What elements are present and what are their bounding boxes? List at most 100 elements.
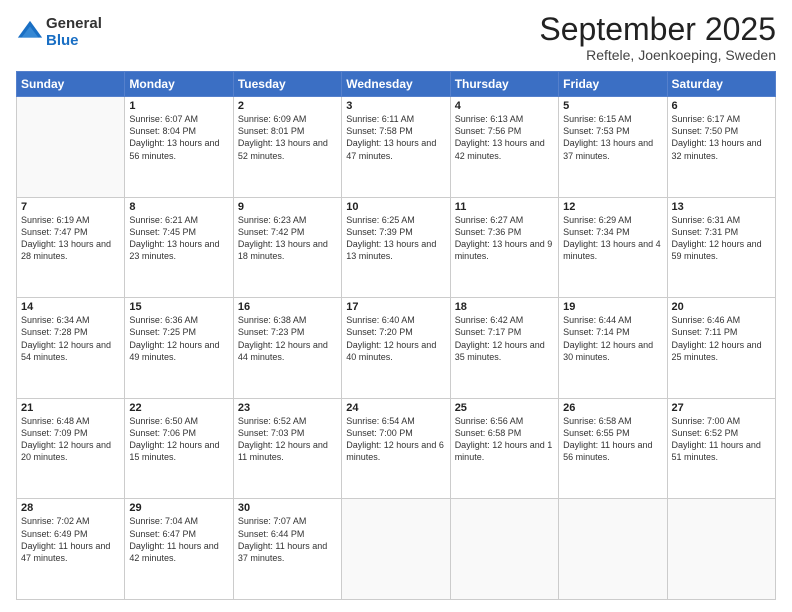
day-info: Sunrise: 6:29 AMSunset: 7:34 PMDaylight:… [563, 214, 662, 263]
logo: General Blue [16, 16, 102, 49]
logo-text: General Blue [46, 16, 102, 49]
day-number: 8 [129, 201, 228, 213]
day-number: 10 [346, 201, 445, 213]
day-number: 12 [563, 201, 662, 213]
calendar-cell-w1-d5: 4Sunrise: 6:13 AMSunset: 7:56 PMDaylight… [450, 97, 558, 198]
title-block: September 2025 Reftele, Joenkoeping, Swe… [539, 12, 776, 63]
day-number: 19 [563, 301, 662, 313]
day-info: Sunrise: 6:40 AMSunset: 7:20 PMDaylight:… [346, 314, 445, 363]
calendar-week-5: 28Sunrise: 7:02 AMSunset: 6:49 PMDayligh… [17, 499, 776, 600]
calendar-cell-w2-d5: 11Sunrise: 6:27 AMSunset: 7:36 PMDayligh… [450, 197, 558, 298]
calendar-cell-w1-d6: 5Sunrise: 6:15 AMSunset: 7:53 PMDaylight… [559, 97, 667, 198]
calendar-cell-w5-d6 [559, 499, 667, 600]
calendar-cell-w4-d2: 22Sunrise: 6:50 AMSunset: 7:06 PMDayligh… [125, 398, 233, 499]
day-info: Sunrise: 6:09 AMSunset: 8:01 PMDaylight:… [238, 113, 337, 162]
day-info: Sunrise: 7:07 AMSunset: 6:44 PMDaylight:… [238, 515, 337, 564]
day-number: 6 [672, 100, 771, 112]
calendar-cell-w3-d2: 15Sunrise: 6:36 AMSunset: 7:25 PMDayligh… [125, 298, 233, 399]
calendar-cell-w1-d7: 6Sunrise: 6:17 AMSunset: 7:50 PMDaylight… [667, 97, 775, 198]
calendar-cell-w4-d5: 25Sunrise: 6:56 AMSunset: 6:58 PMDayligh… [450, 398, 558, 499]
day-number: 25 [455, 402, 554, 414]
day-number: 28 [21, 502, 120, 514]
day-number: 1 [129, 100, 228, 112]
day-info: Sunrise: 6:36 AMSunset: 7:25 PMDaylight:… [129, 314, 228, 363]
calendar-cell-w4-d6: 26Sunrise: 6:58 AMSunset: 6:55 PMDayligh… [559, 398, 667, 499]
logo-blue-text: Blue [46, 33, 102, 50]
day-number: 14 [21, 301, 120, 313]
day-number: 29 [129, 502, 228, 514]
day-number: 16 [238, 301, 337, 313]
day-info: Sunrise: 6:58 AMSunset: 6:55 PMDaylight:… [563, 415, 662, 464]
calendar-cell-w2-d3: 9Sunrise: 6:23 AMSunset: 7:42 PMDaylight… [233, 197, 341, 298]
calendar-table: Sunday Monday Tuesday Wednesday Thursday… [16, 71, 776, 600]
day-info: Sunrise: 7:00 AMSunset: 6:52 PMDaylight:… [672, 415, 771, 464]
col-thursday: Thursday [450, 72, 558, 97]
calendar-week-3: 14Sunrise: 6:34 AMSunset: 7:28 PMDayligh… [17, 298, 776, 399]
calendar-cell-w4-d7: 27Sunrise: 7:00 AMSunset: 6:52 PMDayligh… [667, 398, 775, 499]
calendar-cell-w5-d5 [450, 499, 558, 600]
day-info: Sunrise: 6:11 AMSunset: 7:58 PMDaylight:… [346, 113, 445, 162]
calendar-week-4: 21Sunrise: 6:48 AMSunset: 7:09 PMDayligh… [17, 398, 776, 499]
day-info: Sunrise: 6:19 AMSunset: 7:47 PMDaylight:… [21, 214, 120, 263]
header: General Blue September 2025 Reftele, Joe… [16, 12, 776, 63]
calendar-cell-w2-d1: 7Sunrise: 6:19 AMSunset: 7:47 PMDaylight… [17, 197, 125, 298]
calendar-cell-w1-d3: 2Sunrise: 6:09 AMSunset: 8:01 PMDaylight… [233, 97, 341, 198]
day-number: 27 [672, 402, 771, 414]
day-info: Sunrise: 6:25 AMSunset: 7:39 PMDaylight:… [346, 214, 445, 263]
calendar-cell-w5-d7 [667, 499, 775, 600]
day-info: Sunrise: 6:17 AMSunset: 7:50 PMDaylight:… [672, 113, 771, 162]
day-info: Sunrise: 6:46 AMSunset: 7:11 PMDaylight:… [672, 314, 771, 363]
calendar-cell-w1-d2: 1Sunrise: 6:07 AMSunset: 8:04 PMDaylight… [125, 97, 233, 198]
calendar-cell-w4-d1: 21Sunrise: 6:48 AMSunset: 7:09 PMDayligh… [17, 398, 125, 499]
calendar-cell-w4-d4: 24Sunrise: 6:54 AMSunset: 7:00 PMDayligh… [342, 398, 450, 499]
day-number: 21 [21, 402, 120, 414]
logo-general-text: General [46, 16, 102, 33]
day-info: Sunrise: 6:42 AMSunset: 7:17 PMDaylight:… [455, 314, 554, 363]
calendar-cell-w3-d4: 17Sunrise: 6:40 AMSunset: 7:20 PMDayligh… [342, 298, 450, 399]
calendar-cell-w2-d4: 10Sunrise: 6:25 AMSunset: 7:39 PMDayligh… [342, 197, 450, 298]
day-number: 15 [129, 301, 228, 313]
calendar-header-row: Sunday Monday Tuesday Wednesday Thursday… [17, 72, 776, 97]
day-number: 3 [346, 100, 445, 112]
day-number: 18 [455, 301, 554, 313]
day-info: Sunrise: 6:27 AMSunset: 7:36 PMDaylight:… [455, 214, 554, 263]
day-info: Sunrise: 6:50 AMSunset: 7:06 PMDaylight:… [129, 415, 228, 464]
calendar-cell-w3-d3: 16Sunrise: 6:38 AMSunset: 7:23 PMDayligh… [233, 298, 341, 399]
day-info: Sunrise: 6:52 AMSunset: 7:03 PMDaylight:… [238, 415, 337, 464]
calendar-cell-w3-d5: 18Sunrise: 6:42 AMSunset: 7:17 PMDayligh… [450, 298, 558, 399]
day-number: 23 [238, 402, 337, 414]
calendar-cell-w3-d7: 20Sunrise: 6:46 AMSunset: 7:11 PMDayligh… [667, 298, 775, 399]
col-friday: Friday [559, 72, 667, 97]
day-info: Sunrise: 6:21 AMSunset: 7:45 PMDaylight:… [129, 214, 228, 263]
day-info: Sunrise: 6:54 AMSunset: 7:00 PMDaylight:… [346, 415, 445, 464]
day-info: Sunrise: 6:56 AMSunset: 6:58 PMDaylight:… [455, 415, 554, 464]
day-info: Sunrise: 6:34 AMSunset: 7:28 PMDaylight:… [21, 314, 120, 363]
calendar-cell-w1-d1 [17, 97, 125, 198]
col-sunday: Sunday [17, 72, 125, 97]
calendar-cell-w1-d4: 3Sunrise: 6:11 AMSunset: 7:58 PMDaylight… [342, 97, 450, 198]
calendar-cell-w2-d7: 13Sunrise: 6:31 AMSunset: 7:31 PMDayligh… [667, 197, 775, 298]
calendar-cell-w3-d6: 19Sunrise: 6:44 AMSunset: 7:14 PMDayligh… [559, 298, 667, 399]
day-info: Sunrise: 6:31 AMSunset: 7:31 PMDaylight:… [672, 214, 771, 263]
day-info: Sunrise: 6:44 AMSunset: 7:14 PMDaylight:… [563, 314, 662, 363]
calendar-cell-w2-d6: 12Sunrise: 6:29 AMSunset: 7:34 PMDayligh… [559, 197, 667, 298]
day-number: 20 [672, 301, 771, 313]
day-number: 2 [238, 100, 337, 112]
day-number: 11 [455, 201, 554, 213]
day-number: 5 [563, 100, 662, 112]
day-info: Sunrise: 6:15 AMSunset: 7:53 PMDaylight:… [563, 113, 662, 162]
day-number: 30 [238, 502, 337, 514]
day-number: 13 [672, 201, 771, 213]
day-number: 7 [21, 201, 120, 213]
day-number: 4 [455, 100, 554, 112]
day-info: Sunrise: 6:23 AMSunset: 7:42 PMDaylight:… [238, 214, 337, 263]
page: General Blue September 2025 Reftele, Joe… [0, 0, 792, 612]
col-monday: Monday [125, 72, 233, 97]
logo-icon [16, 19, 44, 47]
day-info: Sunrise: 7:04 AMSunset: 6:47 PMDaylight:… [129, 515, 228, 564]
day-number: 24 [346, 402, 445, 414]
month-title: September 2025 [539, 12, 776, 47]
calendar-week-1: 1Sunrise: 6:07 AMSunset: 8:04 PMDaylight… [17, 97, 776, 198]
calendar-cell-w4-d3: 23Sunrise: 6:52 AMSunset: 7:03 PMDayligh… [233, 398, 341, 499]
day-number: 9 [238, 201, 337, 213]
